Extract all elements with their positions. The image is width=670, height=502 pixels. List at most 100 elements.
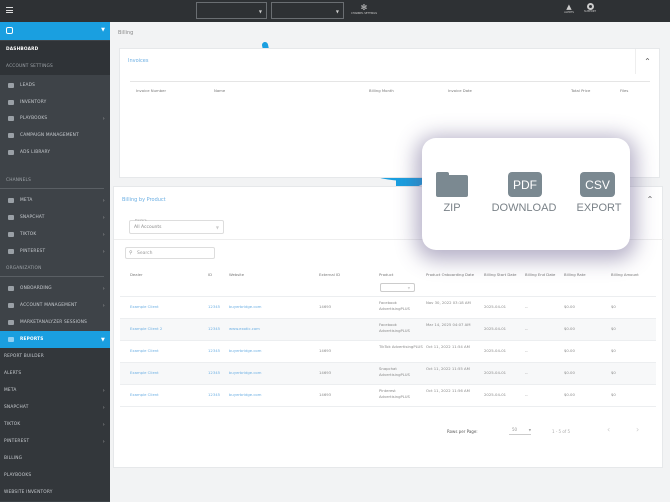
table-cell: -- [525, 326, 528, 331]
table-cell[interactable]: Example Client [130, 304, 200, 310]
table-cell[interactable]: buyerbridge.com [229, 392, 309, 398]
table-cell[interactable]: Example Client 2 [130, 326, 200, 332]
download-label: DOWNLOAD [491, 202, 557, 214]
column-header: Total Price [571, 88, 591, 93]
table-cell[interactable]: buyerbridge.com [229, 304, 309, 310]
table-cell[interactable]: Example Client [130, 370, 200, 376]
export-options-popup: ZIP PDF DOWNLOAD CSV EXPORT [422, 138, 630, 250]
rows-per-page-select[interactable]: 50 ▼ [509, 427, 531, 435]
chevron-down-icon: ▼ [407, 286, 410, 290]
column-header: Files [620, 88, 629, 93]
table-cell[interactable]: 12345 [208, 304, 226, 310]
csv-icon: CSV [580, 172, 615, 197]
column-header: Billing Month [369, 88, 394, 93]
table-cell: 14693 [319, 348, 332, 353]
table-cell: 2025-04-01 [484, 370, 507, 375]
next-page-button[interactable]: › [636, 425, 639, 434]
table-cell: $0 [611, 392, 616, 397]
table-cell: 14693 [319, 370, 332, 375]
collapse-button[interactable]: ⌃ [635, 49, 659, 74]
table-cell[interactable]: 12345 [208, 326, 226, 332]
table-cell[interactable]: 12345 [208, 370, 226, 376]
table-cell: Oct 11, 2022 11:56 AM [426, 388, 470, 393]
column-header: Product Onboarding Date [426, 272, 475, 277]
table-cell: Pinterest AdvertisingPLUS [379, 388, 410, 399]
table-cell: 2025-04-01 [484, 326, 507, 331]
table-cell: $0.00 [564, 348, 575, 353]
table-cell: $0.00 [564, 304, 575, 309]
search-placeholder: Search [137, 251, 153, 256]
table-cell[interactable]: Example Client [130, 348, 200, 354]
column-header: Dealer [130, 272, 143, 277]
chevron-down-icon: ▼ [528, 428, 531, 432]
table-cell: -- [525, 348, 528, 353]
table-cell: TikTok AdvertisingPLUS [379, 344, 423, 349]
column-header: Billing Rate [564, 272, 586, 277]
csv-export-option[interactable]: CSV EXPORT [574, 172, 624, 222]
folder-icon [436, 172, 468, 197]
search-icon: ⚲ [129, 250, 133, 256]
export-label: EXPORT [576, 202, 622, 214]
column-header: Invoice Date [448, 88, 472, 93]
column-header: Invoice Number [136, 88, 167, 93]
table-cell: Oct 11, 2022 11:55 AM [426, 366, 470, 371]
rows-per-page-label: Rows per Page: [447, 429, 478, 434]
divider [120, 406, 656, 407]
page-range: 1 - 5 of 5 [552, 429, 571, 434]
table-cell: 2025-04-01 [484, 348, 507, 353]
table-cell[interactable]: buyerbridge.com [229, 370, 309, 376]
table-cell: Mar 14, 2025 04:07 AM [426, 322, 471, 327]
table-cell: $0.00 [564, 392, 575, 397]
column-header: Billing Amount [611, 272, 639, 277]
table-cell: $0 [611, 348, 616, 353]
table-cell: $0 [611, 326, 616, 331]
column-header: External ID [319, 272, 341, 277]
table-cell: $0.00 [564, 370, 575, 375]
dealer-filter[interactable]: Dealers All Accounts ▼ [129, 218, 224, 234]
table-cell: Facebook AdvertisingPLUS [379, 300, 410, 311]
rows-per-page-value: 50 [512, 427, 518, 432]
column-header: Website [229, 272, 245, 277]
zip-option[interactable]: ZIP [434, 172, 470, 222]
chevron-up-icon: ⌃ [646, 195, 654, 204]
column-header: Product [379, 272, 394, 277]
chevron-up-icon: ⌃ [644, 57, 651, 66]
search-input[interactable]: ⚲ Search [125, 247, 215, 259]
invoices-title: Invoices [128, 58, 149, 64]
table-cell[interactable]: 12345 [208, 392, 226, 398]
divider [130, 81, 650, 82]
table-cell: -- [525, 392, 528, 397]
chevron-down-icon: ▼ [215, 225, 219, 230]
column-header: Name [214, 88, 226, 93]
table-cell[interactable]: 12345 [208, 348, 226, 354]
table-cell: Facebook AdvertisingPLUS [379, 322, 410, 333]
table-cell: Nov 30, 2022 03:18 AM [426, 300, 471, 305]
pdf-download-option[interactable]: PDF DOWNLOAD [486, 172, 562, 222]
table-cell: Snapchat AdvertisingPLUS [379, 366, 410, 377]
table-cell[interactable]: www.exotic.com [229, 326, 309, 332]
zip-label: ZIP [443, 202, 461, 214]
table-cell: 2025-04-01 [484, 304, 507, 309]
column-header: ID [208, 272, 213, 277]
table-cell: 2025-04-01 [484, 392, 507, 397]
collapse-button[interactable]: ⌃ [638, 187, 662, 212]
table-cell: $0.00 [564, 326, 575, 331]
filter-value: All Accounts [134, 225, 162, 230]
pdf-icon: PDF [508, 172, 542, 197]
breadcrumb: Billing [118, 30, 134, 36]
table-cell[interactable]: Example Client [130, 392, 200, 398]
table-cell: 14693 [319, 392, 332, 397]
table-cell: -- [525, 304, 528, 309]
table-cell: $0 [611, 370, 616, 375]
table-cell[interactable]: buyerbridge.com [229, 348, 309, 354]
column-header: Billing End Date [525, 272, 556, 277]
prev-page-button[interactable]: ‹ [607, 425, 610, 434]
table-cell: $0 [611, 304, 616, 309]
product-filter-select[interactable]: ▼ [380, 283, 415, 292]
table-cell: 14693 [319, 304, 332, 309]
column-header: Billing Start Date [484, 272, 517, 277]
table-cell: Oct 11, 2022 11:54 AM [426, 344, 470, 349]
billing-title: Billing by Product [122, 197, 166, 203]
filter-label: Dealers [135, 218, 147, 222]
table-cell: -- [525, 370, 528, 375]
